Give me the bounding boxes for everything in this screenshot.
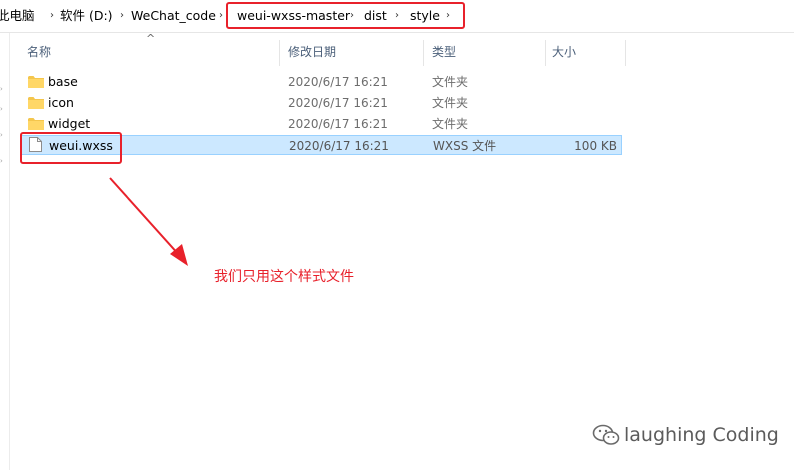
file-modified: 2020/6/17 16:21 bbox=[288, 117, 388, 131]
file-modified: 2020/6/17 16:21 bbox=[288, 96, 388, 110]
watermark-text: laughing Coding bbox=[624, 424, 779, 446]
breadcrumb-dist[interactable]: dist bbox=[364, 7, 387, 25]
column-header-type[interactable]: 类型 bbox=[432, 37, 456, 67]
file-row-base[interactable]: base 2020/6/17 16:21 文件夹 bbox=[21, 72, 622, 92]
expand-arrow-icon[interactable]: › bbox=[0, 131, 3, 139]
file-icon bbox=[29, 137, 42, 152]
file-name: icon bbox=[48, 95, 74, 110]
column-divider[interactable] bbox=[625, 40, 626, 66]
annotation-text: 我们只用这个样式文件 bbox=[214, 269, 354, 285]
breadcrumb-chevron-icon[interactable]: › bbox=[50, 7, 54, 25]
annotation-arrow-icon bbox=[109, 177, 188, 266]
sort-ascending-icon: ^ bbox=[146, 32, 156, 45]
breadcrumb-chevron-icon[interactable]: › bbox=[395, 7, 399, 25]
column-header-size[interactable]: 大小 bbox=[552, 37, 576, 67]
file-size: 100 KB bbox=[574, 139, 617, 153]
column-divider[interactable] bbox=[423, 40, 424, 66]
file-name: weui.wxss bbox=[49, 138, 113, 153]
expand-arrow-icon[interactable]: › bbox=[0, 157, 3, 165]
expand-arrow-icon[interactable]: › bbox=[0, 85, 3, 93]
file-type: 文件夹 bbox=[432, 96, 469, 110]
breadcrumb-this-pc[interactable]: 此电脑 bbox=[0, 7, 35, 25]
file-type: WXSS 文件 bbox=[433, 139, 497, 153]
breadcrumb-drive-d[interactable]: 软件 (D:) bbox=[60, 7, 113, 25]
column-header-name[interactable]: 名称 bbox=[27, 37, 51, 67]
file-type: 文件夹 bbox=[432, 75, 469, 89]
breadcrumb-chevron-icon[interactable]: › bbox=[446, 7, 450, 25]
address-bar[interactable]: 此电脑 › 软件 (D:) › WeChat_code › weui-wxss-… bbox=[0, 0, 794, 33]
file-row-icon[interactable]: icon 2020/6/17 16:21 文件夹 bbox=[21, 93, 622, 113]
folder-icon bbox=[28, 97, 44, 109]
breadcrumb-chevron-icon[interactable]: › bbox=[219, 7, 223, 25]
breadcrumb-weui-wxss-master[interactable]: weui-wxss-master bbox=[237, 7, 350, 25]
file-name: widget bbox=[48, 116, 91, 131]
file-modified: 2020/6/17 16:21 bbox=[288, 75, 388, 89]
breadcrumb-chevron-icon[interactable]: › bbox=[350, 7, 354, 25]
folder-icon bbox=[28, 118, 44, 130]
file-modified: 2020/6/17 16:21 bbox=[289, 139, 389, 153]
file-type: 文件夹 bbox=[432, 117, 469, 131]
folder-icon bbox=[28, 76, 44, 88]
wechat-logo-icon bbox=[592, 424, 620, 445]
breadcrumb-chevron-icon[interactable]: › bbox=[120, 7, 124, 25]
column-header-modified[interactable]: 修改日期 bbox=[288, 37, 336, 67]
column-divider[interactable] bbox=[279, 40, 280, 66]
breadcrumb-wechat-code[interactable]: WeChat_code bbox=[131, 7, 216, 25]
file-row-weui-wxss[interactable]: weui.wxss 2020/6/17 16:21 WXSS 文件 100 KB bbox=[21, 135, 622, 155]
expand-arrow-icon[interactable]: › bbox=[0, 105, 3, 113]
file-row-widget[interactable]: widget 2020/6/17 16:21 文件夹 bbox=[21, 114, 622, 134]
column-divider[interactable] bbox=[545, 40, 546, 66]
file-name: base bbox=[48, 74, 78, 89]
breadcrumb-style[interactable]: style bbox=[410, 7, 440, 25]
navigation-pane-edge: › › › › bbox=[0, 33, 10, 470]
